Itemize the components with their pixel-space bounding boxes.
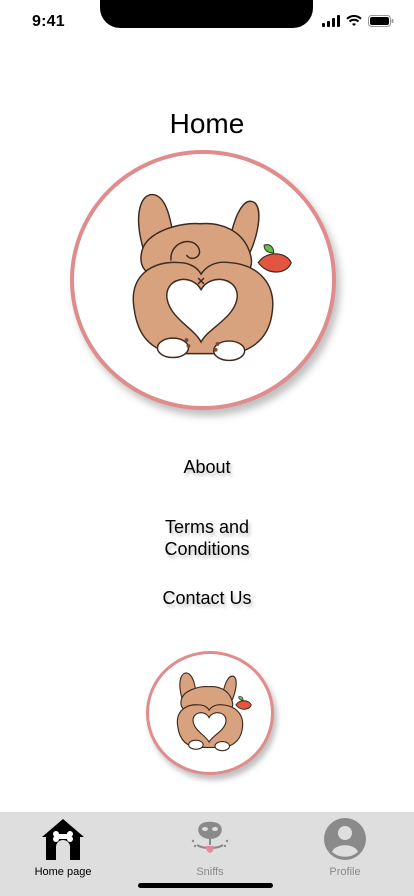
corgi-butt-small-illustration	[176, 672, 252, 752]
tab-sniffs-label: Sniffs	[196, 866, 224, 878]
tab-home-page[interactable]: Home page	[8, 812, 118, 882]
battery-icon	[368, 15, 394, 27]
tab-profile-label: Profile	[329, 866, 361, 878]
status-icons	[322, 15, 394, 27]
hero-corgi-illustration	[70, 150, 336, 410]
user-avatar-icon	[323, 816, 367, 862]
contact-us-link[interactable]: Contact Us	[0, 587, 414, 609]
status-time: 9:41	[32, 13, 65, 30]
terms-line-2: Conditions	[164, 539, 250, 559]
terms-line-1: Terms and	[164, 517, 250, 537]
doghouse-icon	[40, 816, 86, 862]
corgi-butt-illustration	[132, 193, 292, 362]
tab-home-page-label: Home page	[34, 866, 92, 878]
page-title: Home	[169, 108, 245, 139]
dog-nose-icon	[187, 816, 233, 862]
mini-corgi-illustration	[146, 651, 274, 775]
home-indicator	[138, 883, 273, 888]
about-link[interactable]: About	[0, 456, 414, 478]
terms-and-conditions-link[interactable]: Terms and Conditions	[0, 516, 414, 560]
signal-icon	[322, 15, 340, 27]
tab-sniffs[interactable]: Sniffs	[155, 812, 265, 882]
tab-profile[interactable]: Profile	[290, 812, 400, 882]
wifi-icon	[346, 15, 362, 26]
device-notch	[100, 0, 313, 28]
status-bar: 9:41	[0, 0, 414, 44]
